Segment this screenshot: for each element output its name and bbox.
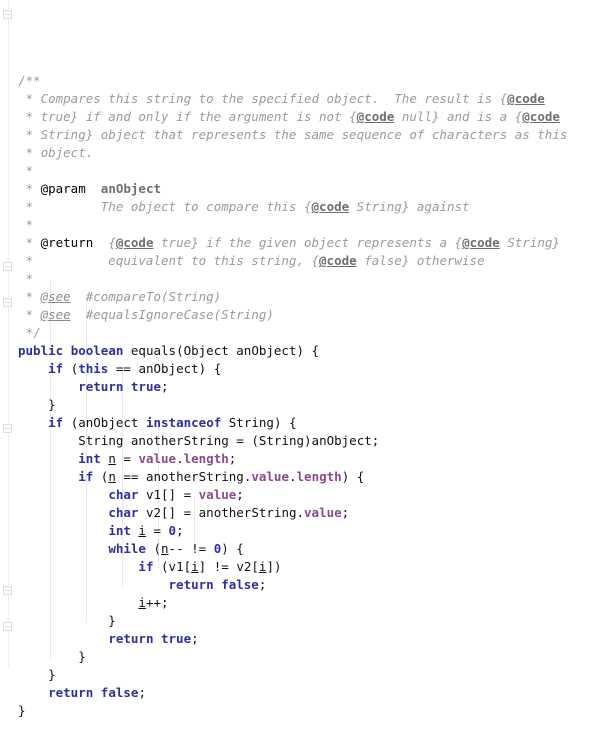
- code-line[interactable]: */: [18, 324, 596, 342]
- fold-marker-method[interactable]: [3, 262, 12, 271]
- code-line[interactable]: public boolean equals(Object anObject) {: [18, 342, 596, 360]
- code-lines[interactable]: /** * Compares this string to the specif…: [18, 72, 596, 720]
- code-line[interactable]: String anotherString = (String)anObject;: [18, 432, 596, 450]
- code-line[interactable]: * Compares this string to the specified …: [18, 90, 596, 108]
- code-editor-pane[interactable]: /** * Compares this string to the specif…: [0, 0, 596, 718]
- code-line[interactable]: if (v1[i] != v2[i]): [18, 558, 596, 576]
- fold-marker-block-4[interactable]: [3, 622, 12, 631]
- code-line[interactable]: return false;: [18, 576, 596, 594]
- code-line[interactable]: return true;: [18, 378, 596, 396]
- code-surface[interactable]: /** * Compares this string to the specif…: [18, 0, 596, 718]
- code-line[interactable]: if (anObject instanceof String) {: [18, 414, 596, 432]
- fold-marker-block-1[interactable]: [3, 298, 12, 307]
- fold-marker-javadoc[interactable]: [3, 10, 12, 19]
- fold-marker-block-3[interactable]: [3, 586, 12, 595]
- code-line[interactable]: int i = 0;: [18, 522, 596, 540]
- code-line[interactable]: while (n-- != 0) {: [18, 540, 596, 558]
- code-line[interactable]: i++;: [18, 594, 596, 612]
- code-line[interactable]: * @return {@code true} if the given obje…: [18, 234, 596, 252]
- gutter-rail: [8, 0, 9, 669]
- code-line[interactable]: return false;: [18, 684, 596, 702]
- code-line[interactable]: char v1[] = value;: [18, 486, 596, 504]
- code-line[interactable]: if (this == anObject) {: [18, 360, 596, 378]
- code-line[interactable]: * object.: [18, 144, 596, 162]
- code-line[interactable]: *: [18, 162, 596, 180]
- code-line[interactable]: }: [18, 612, 596, 630]
- code-line[interactable]: if (n == anotherString.value.length) {: [18, 468, 596, 486]
- code-line[interactable]: * The object to compare this {@code Stri…: [18, 198, 596, 216]
- fold-marker-block-2[interactable]: [3, 424, 12, 433]
- code-line[interactable]: * @see #compareTo(String): [18, 288, 596, 306]
- code-line[interactable]: }: [18, 396, 596, 414]
- code-line[interactable]: }: [18, 702, 596, 720]
- code-line[interactable]: return true;: [18, 630, 596, 648]
- code-line[interactable]: char v2[] = anotherString.value;: [18, 504, 596, 522]
- code-line[interactable]: *: [18, 216, 596, 234]
- code-line[interactable]: * @param anObject: [18, 180, 596, 198]
- code-line[interactable]: int n = value.length;: [18, 450, 596, 468]
- folding-gutter[interactable]: [0, 0, 18, 669]
- code-line[interactable]: /**: [18, 72, 596, 90]
- code-line[interactable]: * true} if and only if the argument is n…: [18, 108, 596, 126]
- code-line[interactable]: * equivalent to this string, {@code fals…: [18, 252, 596, 270]
- code-line[interactable]: * String} object that represents the sam…: [18, 126, 596, 144]
- code-line[interactable]: }: [18, 648, 596, 666]
- code-line[interactable]: *: [18, 270, 596, 288]
- code-line[interactable]: * @see #equalsIgnoreCase(String): [18, 306, 596, 324]
